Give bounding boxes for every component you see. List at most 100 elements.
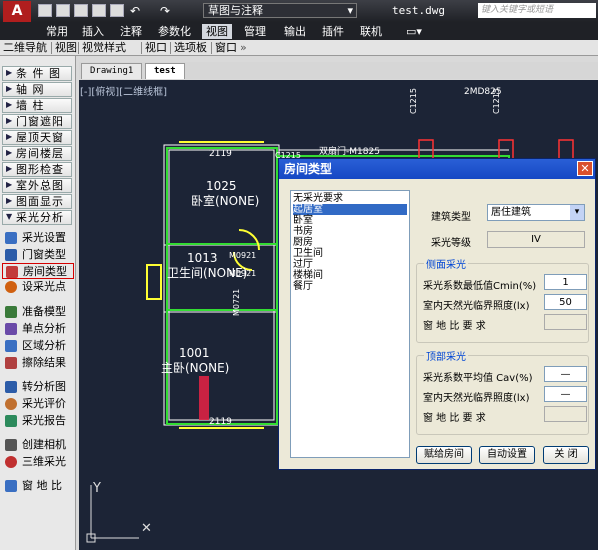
group-walls-columns[interactable]: ▶ 墙 柱 bbox=[2, 98, 72, 113]
group-display[interactable]: ▶ 图面显示 bbox=[2, 194, 72, 209]
list-item[interactable]: 楼梯间 bbox=[293, 270, 407, 281]
room-type-icon bbox=[6, 266, 18, 278]
tool-room-type[interactable]: 房间类型 bbox=[2, 263, 74, 279]
tab-insert[interactable]: 插入 bbox=[78, 24, 108, 39]
tool-window-type[interactable]: 门窗类型 bbox=[2, 247, 74, 263]
group-daylight-analysis[interactable]: ▼ 采光分析 bbox=[2, 210, 72, 225]
tool-window-floor-ratio[interactable]: 窗 地 比 bbox=[2, 478, 74, 494]
save-icon[interactable] bbox=[74, 4, 88, 17]
expand-arrow-icon: ▶ bbox=[6, 180, 13, 189]
panel-view[interactable]: 视图 bbox=[55, 41, 77, 55]
new-file-icon[interactable] bbox=[38, 4, 52, 17]
assign-to-room-button[interactable]: 赋给房间 bbox=[416, 446, 472, 464]
dialog-title[interactable]: 房间类型 bbox=[279, 159, 595, 179]
expand-arrow-icon: ▶ bbox=[6, 132, 13, 141]
panel-palettes[interactable]: 选项板 bbox=[174, 41, 207, 55]
group-graphic-check[interactable]: ▶ 图形检查 bbox=[2, 162, 72, 177]
workspace-label: 草图与注释 bbox=[208, 4, 263, 17]
search-input[interactable]: 键入关键字或短语 bbox=[478, 3, 596, 18]
side-illuminance-label: 室内天然光临界照度(lx) bbox=[423, 301, 530, 312]
tool-daylight-evaluation[interactable]: 采光评价 bbox=[2, 396, 74, 412]
side-cmin-label: 采光系数最低值Cmin(%) bbox=[423, 281, 537, 292]
list-item[interactable]: 卧室 bbox=[293, 215, 407, 226]
tool-3d-daylight[interactable]: 三维采光 bbox=[2, 454, 74, 470]
tool-area-analysis[interactable]: 区域分析 bbox=[2, 338, 74, 354]
tab-parametric[interactable]: 参数化 bbox=[154, 24, 195, 39]
tab-home[interactable]: 常用 bbox=[42, 24, 72, 39]
top-cav-input[interactable]: — bbox=[544, 366, 587, 382]
tool-daylight-settings[interactable]: 采光设置 bbox=[2, 230, 74, 246]
collapse-arrow-icon: ▼ bbox=[6, 212, 13, 221]
tab-online[interactable]: 联机 bbox=[356, 24, 386, 39]
ucs-y-label: Y bbox=[92, 481, 101, 496]
group-roof-skylight[interactable]: ▶ 屋顶天窗 bbox=[2, 130, 72, 145]
room1-name: 卧室(NONE) bbox=[191, 193, 259, 208]
tab-test[interactable]: test bbox=[145, 63, 185, 79]
window-tag-vertical: C1215 bbox=[492, 88, 501, 114]
window-type-icon bbox=[5, 249, 17, 261]
panel-expand-icon[interactable]: » bbox=[240, 41, 247, 55]
group-axis-grid[interactable]: ▶ 轴 网 bbox=[2, 82, 72, 97]
ribbon-options-icon[interactable]: ▭▾ bbox=[402, 24, 426, 39]
window-ratio-icon bbox=[5, 480, 17, 492]
panel-2d-navigation[interactable]: 二维导航 bbox=[3, 41, 47, 55]
eraser-icon bbox=[5, 357, 17, 369]
panel-viewport[interactable]: 视口 bbox=[145, 41, 167, 55]
top-illuminance-input[interactable]: — bbox=[544, 386, 587, 402]
door-tag-vertical: M0721 bbox=[232, 289, 241, 316]
tool-prepare-model[interactable]: 准备模型 bbox=[2, 304, 74, 320]
group-conditions[interactable]: ▶ 条 件 图 bbox=[2, 66, 72, 81]
tool-daylight-report[interactable]: 采光报告 bbox=[2, 413, 74, 429]
tool-create-camera[interactable]: 创建相机 bbox=[2, 437, 74, 453]
list-item[interactable]: 书房 bbox=[293, 226, 407, 237]
print-icon[interactable] bbox=[110, 4, 124, 17]
auto-set-button[interactable]: 自动设置 bbox=[479, 446, 535, 464]
tool-palette: ▶ 条 件 图 ▶ 轴 网 ▶ 墙 柱 ▶ 门窗遮阳 ▶ 屋顶天窗 ▶ 房间楼层 ▶ 图形检查… bbox=[0, 56, 76, 550]
group-rooms-floors[interactable]: ▶ 房间楼层 bbox=[2, 146, 72, 161]
window-tag-vertical: C1215 bbox=[409, 88, 418, 114]
workspace-dropdown[interactable]: 草图与注释 ▾ bbox=[203, 3, 357, 18]
chevron-down-icon[interactable]: ▾ bbox=[570, 205, 584, 220]
camera-icon bbox=[5, 439, 17, 451]
expand-arrow-icon: ▶ bbox=[6, 116, 13, 125]
side-illuminance-input[interactable]: 50 bbox=[544, 294, 587, 310]
ribbon-tabs: 常用 插入 注释 参数化 视图 管理 输出 插件 联机 ▭▾ bbox=[0, 22, 598, 40]
tab-output[interactable]: 输出 bbox=[280, 24, 310, 39]
redo-icon[interactable]: ↷ bbox=[160, 4, 174, 18]
tab-annotate[interactable]: 注释 bbox=[116, 24, 146, 39]
single-point-icon bbox=[5, 323, 17, 335]
undo-icon[interactable]: ↶ bbox=[130, 4, 144, 18]
tool-convert-chart[interactable]: 转分析图 bbox=[2, 379, 74, 395]
group-doors-windows[interactable]: ▶ 门窗遮阳 bbox=[2, 114, 72, 129]
side-cmin-input[interactable]: 1 bbox=[544, 274, 587, 290]
list-item[interactable]: 餐厅 bbox=[293, 281, 407, 292]
panel-visual-style[interactable]: 视觉样式 bbox=[82, 41, 126, 55]
tab-view[interactable]: 视图 bbox=[202, 24, 232, 39]
expand-arrow-icon: ▶ bbox=[6, 196, 13, 205]
tab-plugins[interactable]: 插件 bbox=[318, 24, 348, 39]
report-icon bbox=[5, 415, 17, 427]
tool-set-point[interactable]: 设采光点 bbox=[2, 279, 74, 295]
room-type-list[interactable]: 无采光要求 起居室 卧室 书房 厨房 卫生间 过厅 楼梯间 餐厅 bbox=[290, 190, 410, 458]
model-icon bbox=[5, 306, 17, 318]
list-item[interactable]: 厨房 bbox=[293, 237, 407, 248]
top-lighting-title: 顶部采光 bbox=[424, 348, 468, 363]
top-ratio-label: 窗 地 比 要 求 bbox=[423, 413, 486, 424]
save-as-icon[interactable] bbox=[92, 4, 106, 17]
list-item[interactable]: 卫生间 bbox=[293, 248, 407, 259]
tab-manage[interactable]: 管理 bbox=[240, 24, 270, 39]
group-site-plan[interactable]: ▶ 室外总图 bbox=[2, 178, 72, 193]
tool-single-point-analysis[interactable]: 单点分析 bbox=[2, 321, 74, 337]
open-file-icon[interactable] bbox=[56, 4, 70, 17]
list-item-selected[interactable]: 起居室 bbox=[293, 204, 407, 215]
building-type-select[interactable]: 居住建筑 ▾ bbox=[487, 204, 585, 221]
tool-erase-results[interactable]: 擦除结果 bbox=[2, 355, 74, 371]
app-logo-icon[interactable]: A bbox=[3, 1, 31, 22]
panel-window[interactable]: 窗口 bbox=[215, 41, 237, 55]
list-item[interactable]: 无采光要求 bbox=[293, 193, 407, 204]
close-button[interactable]: 关 闭 bbox=[543, 446, 589, 464]
tab-drawing1[interactable]: Drawing1 bbox=[81, 63, 143, 79]
close-icon[interactable]: ✕ bbox=[577, 161, 593, 176]
list-item[interactable]: 过厅 bbox=[293, 259, 407, 270]
expand-arrow-icon: ▶ bbox=[6, 148, 13, 157]
